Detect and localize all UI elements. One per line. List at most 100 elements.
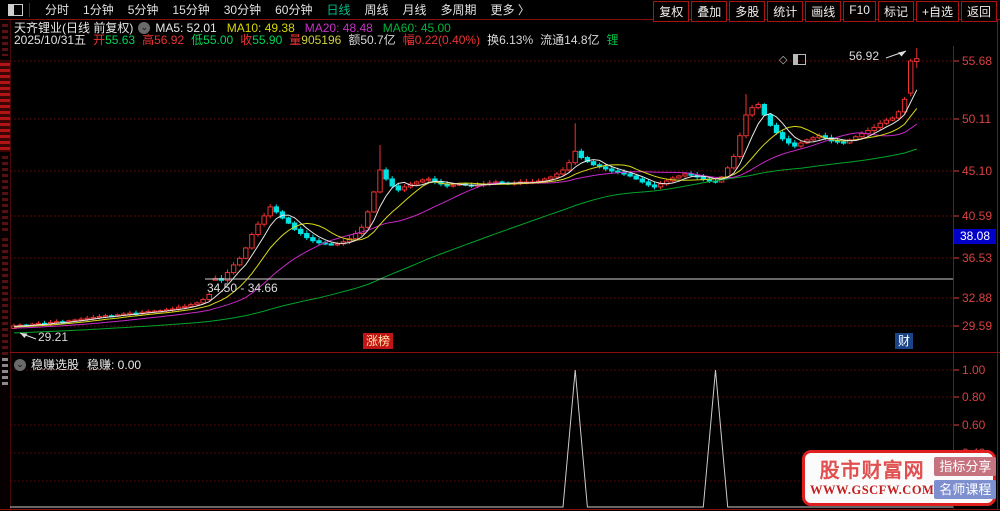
candle-body: [737, 135, 743, 157]
price-axis-tick: 55.68: [962, 54, 993, 68]
candle-body: [389, 178, 395, 187]
candle-body: [285, 217, 292, 224]
candle-body: [883, 119, 889, 124]
candle-body: [755, 104, 761, 109]
candle-body: [249, 234, 255, 249]
high-annotation: 56.92: [849, 49, 880, 63]
price-axis-tick: 40.59: [962, 209, 993, 223]
candle-body: [371, 191, 377, 213]
candle-body: [188, 304, 194, 307]
watermark: 股市财富网 WWW.GSCFW.COM 指标分享 名师课程: [802, 450, 997, 506]
candle-body: [603, 166, 609, 170]
candle-body: [590, 161, 597, 166]
candle-body: [688, 173, 694, 176]
candle-body: [413, 181, 420, 185]
candle-body: [615, 170, 621, 173]
candle-body: [761, 104, 767, 116]
price-alert-tag: 38.08: [954, 229, 996, 244]
ma60-line: [13, 148, 917, 334]
candle-body: [261, 215, 267, 225]
watermark-url: WWW.GSCFW.COM: [810, 482, 935, 497]
candle-body: [255, 223, 261, 236]
candle-body: [395, 185, 402, 191]
candle-body: [304, 232, 310, 239]
candle-body: [859, 133, 865, 138]
candle-body: [627, 173, 633, 177]
indicator-axis-tick: 1.00: [962, 363, 986, 377]
indicator-name[interactable]: 稳赚选股: [31, 356, 79, 373]
watermark-title: 股市财富网: [819, 459, 925, 482]
indicator-value: 稳赚: 0.00: [87, 358, 142, 372]
price-axis-tick: 36.53: [962, 251, 993, 265]
candle-body: [633, 175, 639, 180]
candle-body: [889, 117, 896, 121]
candle-body: [908, 60, 914, 94]
ma20-line: [13, 123, 918, 329]
candle-body: [200, 299, 206, 304]
high-annotation-arrowhead: [898, 51, 906, 57]
watermark-text: 股市财富网 WWW.GSCFW.COM: [810, 459, 934, 498]
candle-body: [779, 132, 786, 140]
indicator-axis-tick: 0.60: [962, 418, 986, 432]
candle-body: [420, 179, 426, 183]
chart-badge-涨榜[interactable]: 涨榜: [363, 333, 394, 349]
candle-body: [914, 58, 920, 63]
candle-body: [267, 206, 273, 217]
candle-body: [560, 169, 566, 175]
axis-border: [953, 46, 954, 509]
candle-body: [651, 184, 658, 188]
watermark-badges: 指标分享 名师课程: [934, 455, 997, 501]
candle-body: [725, 167, 731, 178]
chart-canvas[interactable]: [0, 0, 1000, 511]
candle-body: [895, 111, 902, 119]
chart-badge-财[interactable]: 财: [895, 333, 914, 349]
chevron-down-icon[interactable]: ⌄: [14, 358, 26, 371]
candle-body: [450, 184, 456, 187]
candle-body: [334, 243, 341, 246]
candle-body: [566, 162, 572, 171]
candle-body: [365, 211, 371, 228]
low-annotation: 29.21: [38, 330, 69, 344]
candle-body: [877, 122, 883, 128]
price-axis-tick: 45.10: [962, 164, 993, 178]
candle-body: [194, 302, 200, 306]
candle-body: [792, 142, 798, 147]
candle-body: [328, 243, 334, 246]
chart-corner-tools[interactable]: ◇: [779, 53, 807, 66]
candle-body: [548, 176, 554, 180]
gap-annotation: 34.50 - 34.66: [207, 281, 278, 295]
candle-body: [682, 173, 688, 177]
candle-body: [767, 114, 774, 126]
panel-divider: [10, 352, 1000, 353]
candle-body: [310, 237, 316, 242]
candle-body: [645, 181, 652, 186]
indicator-header: ⌄ 稳赚选股 稳赚: 0.00: [14, 356, 141, 373]
candle-body: [609, 168, 615, 172]
watermark-badge: 名师课程: [934, 480, 997, 499]
candle-body: [786, 138, 792, 144]
candle-body: [743, 114, 749, 137]
price-axis-tick: 32.88: [962, 291, 993, 305]
candle-body: [298, 228, 304, 234]
candle-body: [749, 107, 755, 116]
candle-body: [639, 178, 645, 183]
candle-body: [773, 124, 780, 134]
candle-body: [731, 155, 737, 169]
candle-body: [676, 175, 682, 179]
candle-body: [273, 206, 280, 213]
bottom-border: [0, 509, 1000, 510]
candle-body: [182, 305, 188, 309]
candle-body: [871, 126, 877, 132]
diamond-icon[interactable]: ◇: [779, 53, 787, 66]
candle-body: [377, 169, 383, 193]
candle-body: [230, 264, 237, 274]
candle-body: [102, 315, 109, 318]
candle-body: [383, 169, 389, 180]
candle-body: [554, 173, 560, 178]
price-axis-tick: 50.11: [962, 112, 992, 126]
mini-window-icon[interactable]: [793, 54, 807, 65]
candle-body: [572, 150, 578, 164]
candle-body: [901, 98, 908, 113]
candle-body: [840, 141, 847, 144]
ma5-line: [13, 89, 918, 327]
